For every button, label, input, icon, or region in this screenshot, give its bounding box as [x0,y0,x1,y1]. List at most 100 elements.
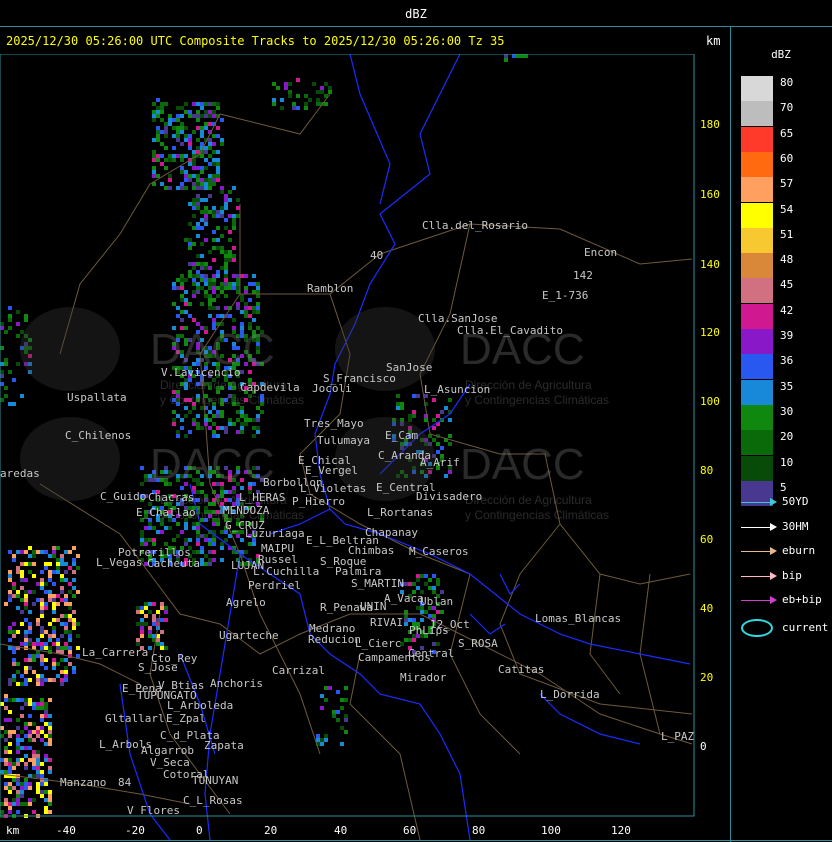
place-label: Perdriel [248,579,301,592]
place-label: MENDOZA [223,504,270,517]
place-label: SanJose [386,361,432,374]
place-label: L_Asuncion [424,383,490,396]
top-header: dBZ [0,0,832,27]
place-label: Reducion [308,633,361,646]
place-label: Encon [584,246,617,259]
legend-swatch-label: 48 [780,253,794,267]
legend-swatch-label: 80 [780,76,794,89]
place-label: S_MARTIN [351,577,404,590]
place-label: E_1-736 [542,289,588,302]
legend-swatch-label: 65 [780,126,794,140]
place-label: Anchoris [210,677,263,690]
svg-text:Dirección de Agricultura: Dirección de Agricultura [465,493,592,507]
x-tick-label: 100 [541,824,561,837]
x-tick-label: -40 [56,824,76,837]
place-label: Divisadero [416,490,482,503]
place-label: Chacras [148,491,194,504]
place-label: E_Challao [136,506,196,519]
place-label: Clla.del_Rosario [422,219,528,232]
x-tick-label: 120 [611,824,631,837]
header-title: dBZ [405,7,427,21]
place-label: TUNUYAN [192,774,238,787]
x-tick-label: 40 [334,824,347,837]
map-title-bar: 2025/12/30 05:26:00 UTC Composite Tracks… [0,28,730,52]
y-tick-label: 60 [700,533,713,546]
bottom-line [0,840,832,841]
place-label: C_Guido [100,490,146,503]
place-label: L.Cuchilla [253,565,319,578]
place-label: L_HERAS [239,491,285,504]
legend-swatch-label: 57 [780,177,794,191]
track-label: 30HM [782,519,809,533]
legend-swatch [741,151,773,177]
place-label: L_Violetas [300,482,366,495]
x-tick-label: 60 [403,824,416,837]
arrowhead-icon [770,498,777,506]
arrowhead-icon [770,522,777,531]
place-label: Jocoli [312,382,352,395]
x-tick-label: -20 [125,824,145,837]
unit-bottom: km [6,824,20,837]
place-label: Mirador [400,671,447,684]
place-label: C_Chilenos [65,429,131,442]
legend-swatch-label: 30 [780,404,794,418]
place-label: 84 [118,776,132,789]
place-label: Zapata [204,739,244,752]
x-tick-label: 0 [196,824,203,837]
place-label: Catitas [498,663,544,676]
place-label: L_Dorrida [540,688,600,701]
place-label: L_PAZ [661,730,694,743]
place-label: Gltallarl [105,712,165,725]
place-label: Agrelo [226,596,266,609]
svg-text:DACC: DACC [150,440,275,489]
y-tick-label: 100 [700,395,720,408]
arrowhead-icon [770,547,777,555]
legend-swatch-label: 70 [780,101,794,115]
place-label: Tulumaya [317,434,370,447]
legend-swatch-label: 51 [780,227,794,241]
place-label: V.Lavicencio [161,366,240,379]
legend-swatch [741,126,773,152]
place-label: 142 [573,269,593,282]
place-label: Manzano [60,776,106,789]
track-label: bip [782,568,802,582]
unit-top: km [706,34,721,48]
place-label: E_Cam [385,429,418,442]
x-tick-label: 80 [472,824,485,837]
place-label: Chapanay [365,526,418,539]
legend-swatch-label: 20 [780,430,794,444]
map-title: 2025/12/30 05:26:00 UTC Composite Tracks… [6,34,505,48]
place-label: Campamentos [358,651,431,664]
place-label: Clla.El_Cavadito [457,324,563,337]
place-label: Ugarteche [219,629,279,642]
y-tick-label: 0 [700,740,707,753]
legend-swatch [741,329,773,354]
svg-text:DACC: DACC [460,440,585,489]
place-label: Uspallata [67,391,127,404]
legend-swatch [741,202,773,228]
legend-swatch [741,227,773,253]
radar-map[interactable]: DACC Dirección de Agricultura y Continge… [0,54,730,840]
svg-text:y Contingencias Climáticas: y Contingencias Climáticas [160,393,304,407]
arrowhead-icon [770,571,777,580]
place-label: A_Arif [420,456,460,469]
legend-swatch-label: 45 [780,278,794,292]
place-label: Lomas_Blancas [535,612,621,625]
place-label: La_Carrera [82,646,148,659]
place-label: Cacheuta [147,557,200,570]
place-label: P_Hierro [292,495,345,508]
place-label: Capdevila [240,381,300,394]
legend-swatch [741,278,773,304]
arrowhead-icon [770,596,777,604]
track-label: eb+bip [782,593,822,606]
place-label: 12_Oct [430,618,470,631]
place-label: Ublan [420,595,453,608]
place-label: L_Arboleda [167,699,233,712]
place-label: Tres_Mayo [304,417,364,430]
legend-swatch [741,455,773,481]
place-label: Ramblon [307,282,353,295]
legend-swatch [741,101,773,127]
svg-text:y Contingencias Climáticas: y Contingencias Climáticas [465,508,609,522]
legend-swatch [741,76,773,101]
place-label: 40 [370,249,383,262]
